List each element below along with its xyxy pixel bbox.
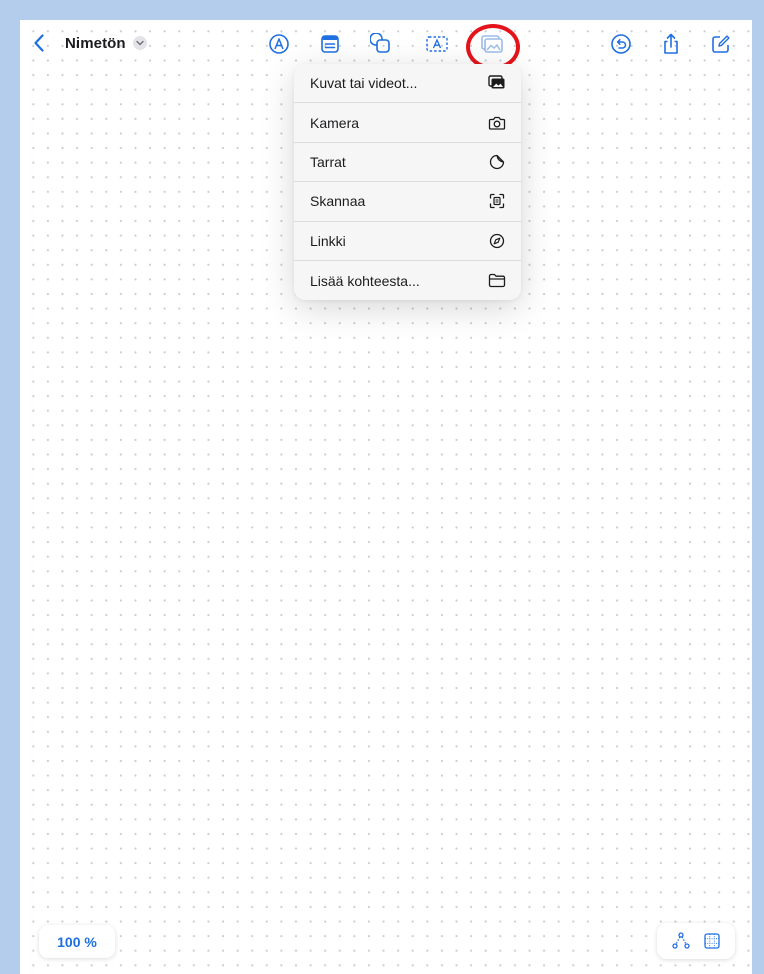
title-options-button[interactable] — [133, 36, 147, 50]
bottom-right-toolbar — [657, 923, 735, 959]
media-tool-button[interactable] — [479, 31, 505, 57]
connector-icon — [672, 932, 690, 949]
menu-item-photos-or-videos[interactable]: Kuvat tai videot... — [294, 64, 521, 104]
grid-toggle-button[interactable] — [700, 929, 724, 953]
photo-library-icon — [481, 35, 503, 53]
photo-library-icon — [488, 74, 506, 92]
pen-tip-icon — [269, 34, 289, 54]
undo-icon — [611, 34, 631, 54]
menu-item-camera[interactable]: Kamera — [294, 103, 521, 143]
compass-icon — [488, 232, 506, 250]
share-button[interactable] — [658, 31, 684, 57]
menu-item-link[interactable]: Linkki — [294, 222, 521, 261]
new-board-button[interactable] — [708, 31, 734, 57]
grid-icon — [704, 933, 720, 949]
top-toolbar: Nimetön — [20, 20, 752, 70]
connector-tool-button[interactable] — [669, 929, 693, 953]
note-icon — [321, 35, 339, 53]
board-title[interactable]: Nimetön — [65, 35, 126, 52]
compose-icon — [712, 35, 730, 53]
text-box-icon — [426, 36, 448, 52]
insert-media-menu: Kuvat tai videot... Kamera Tarrat Skanna… — [294, 64, 521, 301]
menu-item-stickers[interactable]: Tarrat — [294, 143, 521, 183]
chevron-down-icon — [136, 40, 144, 46]
menu-item-label: Linkki — [310, 232, 346, 249]
sticker-icon — [488, 153, 506, 171]
undo-button[interactable] — [608, 31, 634, 57]
share-icon — [664, 33, 678, 54]
menu-item-label: Tarrat — [310, 153, 346, 170]
folder-icon — [488, 272, 506, 290]
text-box-tool-button[interactable] — [424, 31, 450, 57]
zoom-level-button[interactable]: 100 % — [39, 925, 115, 958]
menu-item-insert-from[interactable]: Lisää kohteesta... — [294, 261, 521, 300]
back-button[interactable] — [28, 32, 50, 54]
camera-icon — [488, 114, 506, 132]
shapes-tool-button[interactable] — [368, 31, 394, 57]
menu-item-scan[interactable]: Skannaa — [294, 182, 521, 222]
menu-item-label: Skannaa — [310, 193, 366, 210]
pen-tool-button[interactable] — [266, 31, 292, 57]
menu-item-label: Kamera — [310, 114, 360, 131]
board-canvas[interactable]: Nimetön Kuvat tai videot... Kamera Tarra… — [20, 20, 752, 974]
menu-item-label: Kuvat tai videot... — [310, 75, 418, 92]
note-tool-button[interactable] — [317, 31, 343, 57]
chevron-left-icon — [34, 34, 44, 52]
shapes-icon — [370, 33, 390, 53]
menu-item-label: Lisää kohteesta... — [310, 272, 420, 289]
scan-icon — [488, 192, 506, 210]
